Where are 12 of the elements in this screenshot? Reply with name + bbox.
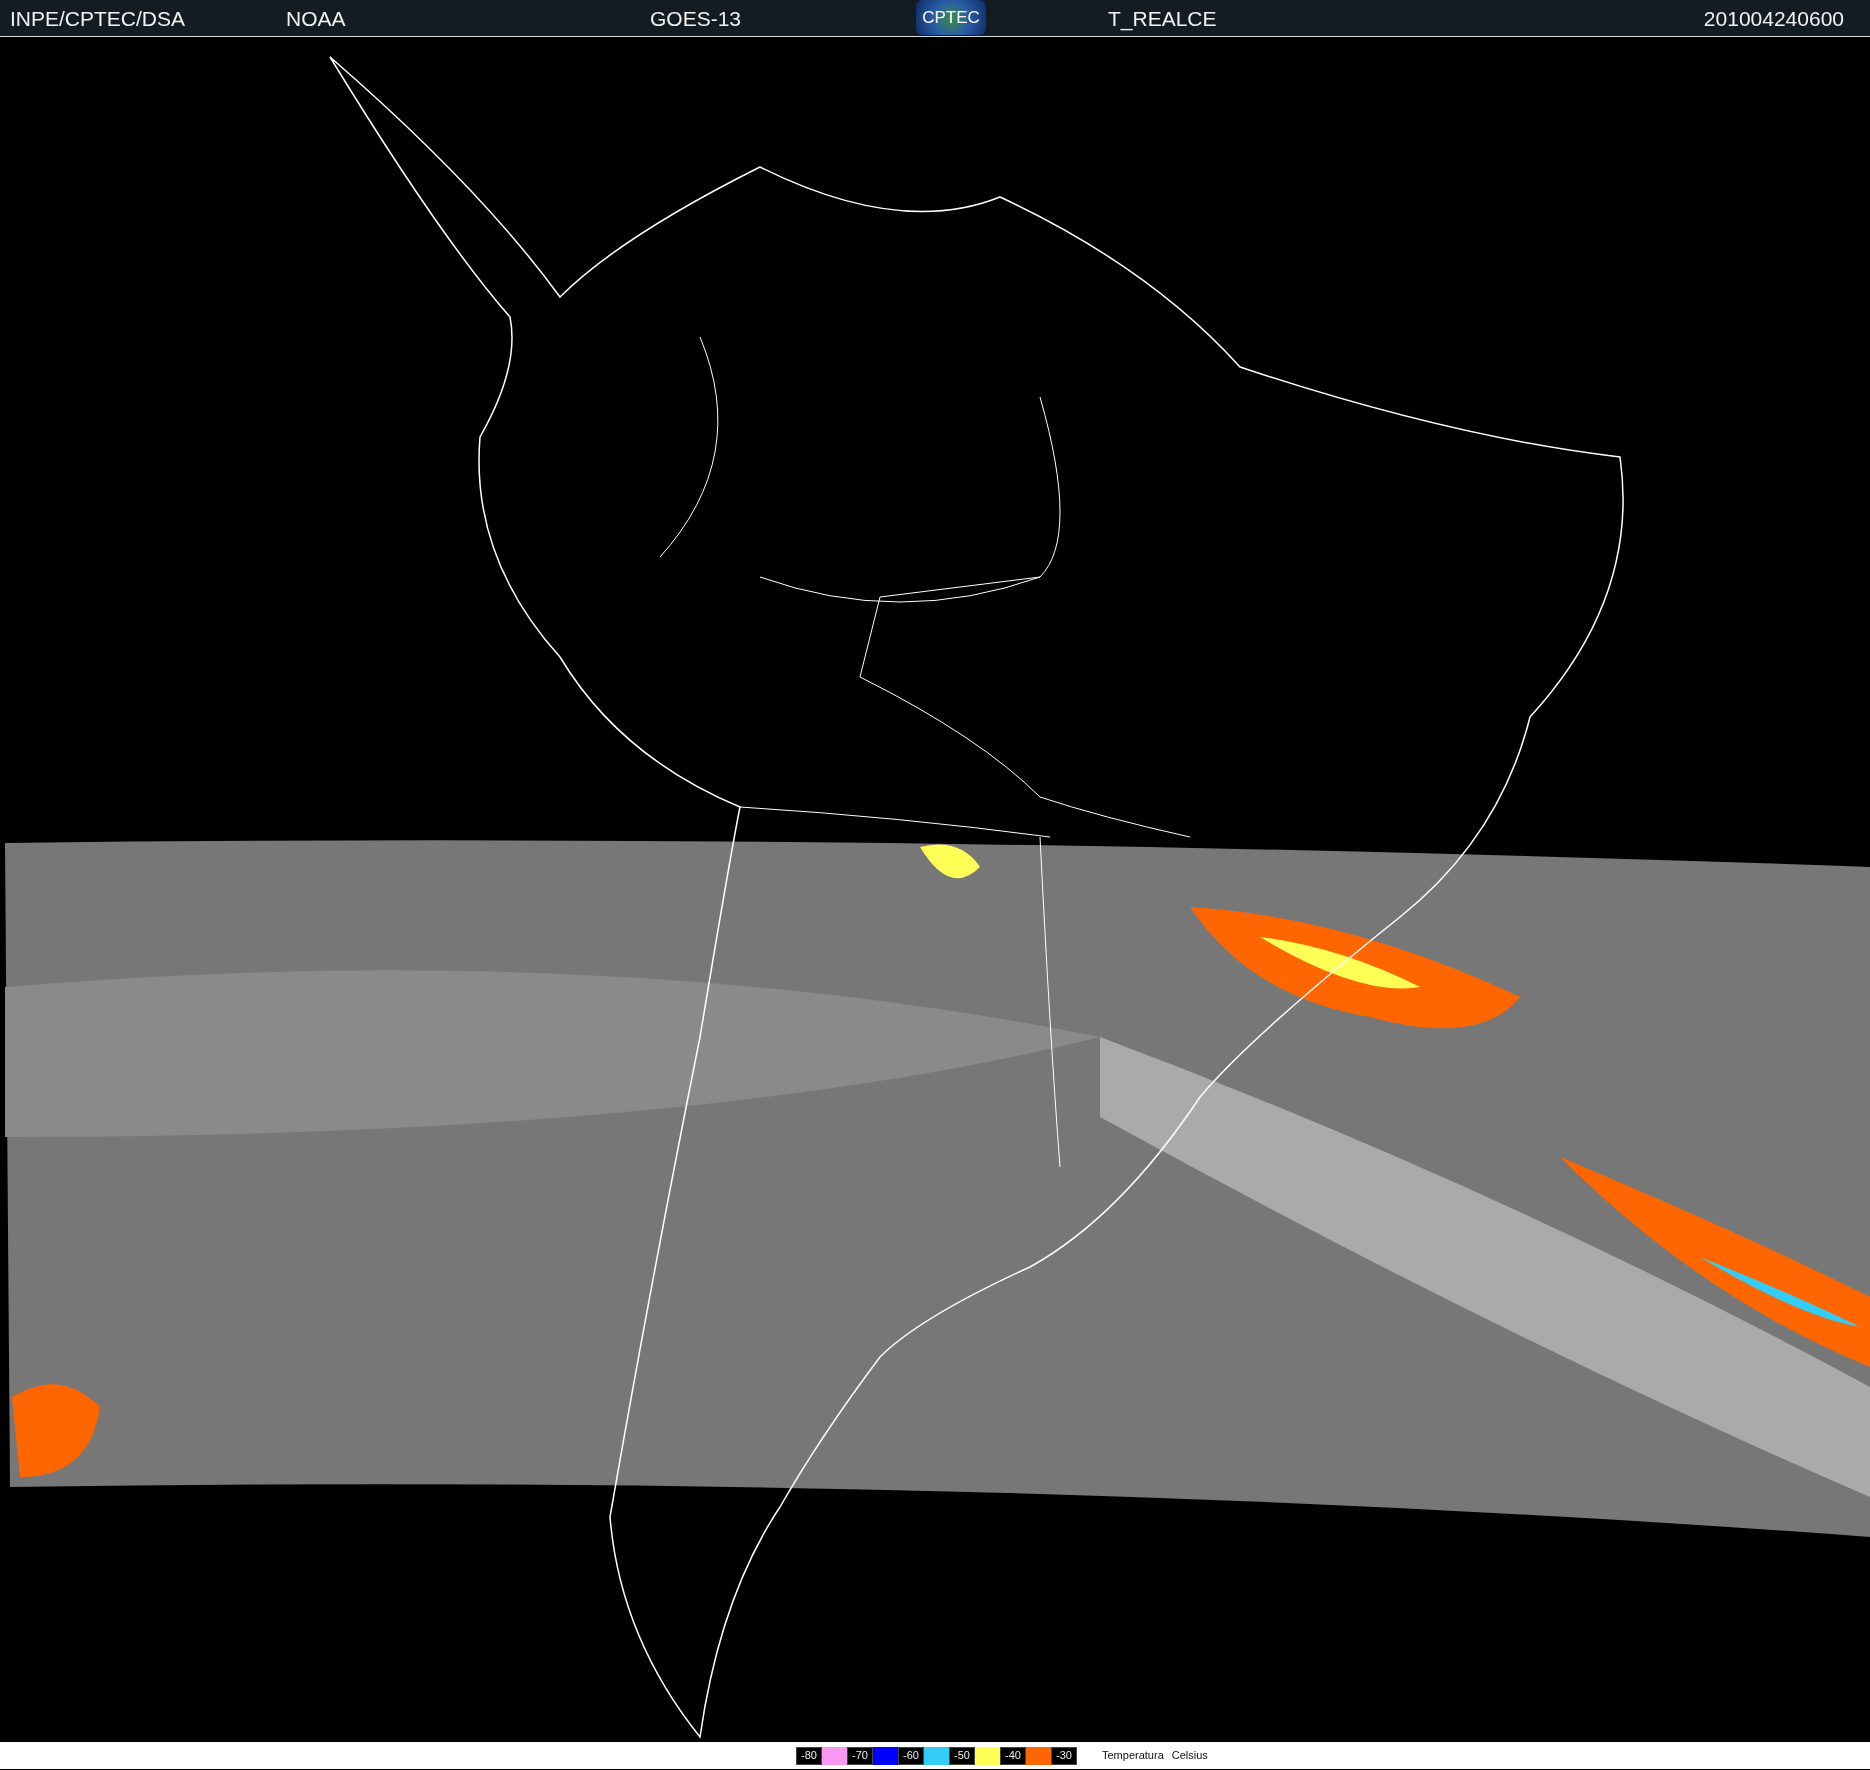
satellite-label: GOES-13 bbox=[650, 6, 742, 32]
logo: CPTEC bbox=[916, 0, 986, 35]
legend-label: -80 bbox=[796, 1746, 822, 1765]
legend-label: -70 bbox=[847, 1746, 873, 1765]
legend-label: -30 bbox=[1051, 1746, 1077, 1765]
legend-label: -40 bbox=[1000, 1746, 1026, 1765]
legend-label: -50 bbox=[949, 1746, 975, 1765]
timestamp-label: 201004240600 bbox=[1703, 6, 1844, 32]
legend-label: -60 bbox=[898, 1746, 924, 1765]
source-label: INPE/CPTEC/DSA bbox=[10, 6, 186, 32]
product-label: T_REALCE bbox=[1108, 6, 1217, 32]
agency-label: NOAA bbox=[286, 6, 346, 32]
